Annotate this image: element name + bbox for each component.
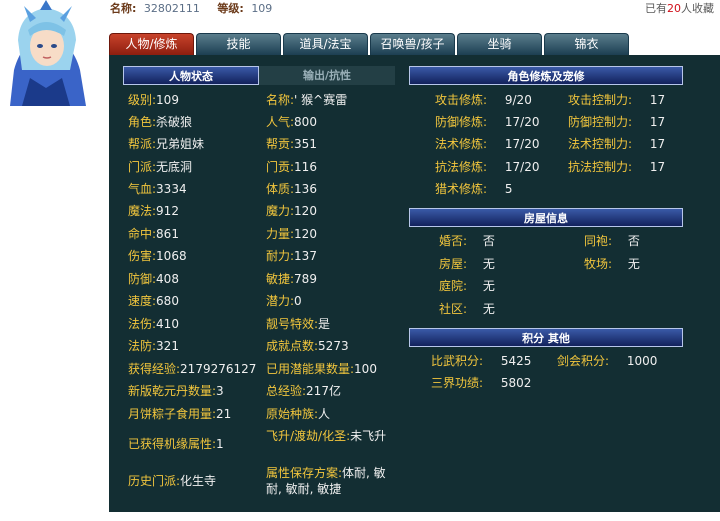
stat-row: 角色:杀破狼 — [128, 115, 193, 129]
stat-row: 抗法修炼: 17/20 — [435, 160, 540, 174]
tab-summons[interactable]: 召唤兽/孩子 — [370, 33, 455, 55]
stat-row: 魔法:912 — [128, 204, 179, 218]
stat-row: 婚否: 否 — [439, 234, 495, 248]
stat-row: 帮派:兄弟姐妹 — [128, 137, 205, 151]
stat-row: 属性保存方案:体耐, 敏耐, 敏耐, 敏捷 — [266, 466, 386, 496]
stat-row: 靓号特效:是 — [266, 317, 331, 331]
stat-row: 总经验:217亿 — [266, 384, 341, 398]
tab-mounts[interactable]: 坐骑 — [457, 33, 542, 55]
stat-row: 月饼粽子食用量:21 — [128, 407, 232, 421]
stat-row: 法防:321 — [128, 339, 179, 353]
stat-row: 潜力:0 — [266, 294, 302, 308]
stat-row: 成就点数:5273 — [266, 339, 349, 353]
stat-row: 房屋: 无 — [439, 257, 495, 271]
stat-row: 力量:120 — [266, 227, 317, 241]
stat-row: 猎术修炼: 5 — [435, 182, 513, 196]
tab-character[interactable]: 人物/修炼 — [109, 33, 194, 55]
stat-row: 气血:3334 — [128, 182, 187, 196]
stat-row: 法术控制力: 17 — [568, 137, 666, 151]
stat-row: 剑会积分: 1000 — [557, 354, 658, 368]
stat-row: 已获得机缘属性:1 — [128, 437, 224, 451]
stat-row: 防御控制力: 17 — [568, 115, 666, 129]
character-panel: 人物状态 输出/抗性 级别:109 角色:杀破狼 帮派:兄弟姐妹 门派:无底洞 … — [109, 55, 720, 512]
stat-row: 牧场: 无 — [584, 257, 640, 271]
favorite-number: 20 — [667, 2, 681, 15]
stat-row: 人气:800 — [266, 115, 317, 129]
tab-skills[interactable]: 技能 — [196, 33, 281, 55]
stat-row: 已用潜能果数量:100 — [266, 362, 377, 376]
stat-row: 法伤:410 — [128, 317, 179, 331]
stat-row: 历史门派:化生寺 — [128, 474, 217, 488]
stat-row: 同袍: 否 — [584, 234, 640, 248]
stat-row: 门派:无底洞 — [128, 160, 193, 174]
stat-row: 敏捷:789 — [266, 272, 317, 286]
stat-row: 获得经验:2179276127 — [128, 362, 257, 376]
section-header-cultivation: 角色修炼及宠修 — [409, 66, 683, 85]
stat-row: 门贡:116 — [266, 160, 317, 174]
stat-row: 耐力:137 — [266, 249, 317, 263]
stat-row: 伤害:1068 — [128, 249, 187, 263]
stat-row: 防御:408 — [128, 272, 179, 286]
character-avatar — [0, 0, 92, 106]
stat-row: 魔力:120 — [266, 204, 317, 218]
stat-row: 法术修炼: 17/20 — [435, 137, 540, 151]
stat-row: 社区: 无 — [439, 302, 495, 316]
stat-row: 攻击控制力: 17 — [568, 93, 666, 107]
stat-row: 飞升/渡劫/化圣:未飞升 — [266, 429, 387, 443]
stat-row: 三界功绩: 5802 — [431, 376, 532, 390]
stat-row: 速度:680 — [128, 294, 179, 308]
name-value: 32802111 — [143, 2, 200, 15]
stat-row: 帮贡:351 — [266, 137, 317, 151]
stat-row: 体质:136 — [266, 182, 317, 196]
favorite-count[interactable]: 已有20人收藏 — [645, 0, 714, 16]
stat-row: 庭院: 无 — [439, 279, 495, 293]
character-summary: 名称: 32802111 等级: 109 — [110, 0, 286, 16]
tab-output-resist[interactable]: 输出/抗性 — [259, 66, 395, 85]
stat-row: 新版乾元丹数量:3 — [128, 384, 224, 398]
stat-row: 攻击修炼: 9/20 — [435, 93, 532, 107]
tab-items[interactable]: 道具/法宝 — [283, 33, 368, 55]
stat-row: 比武积分: 5425 — [431, 354, 532, 368]
stat-row: 原始种族:人 — [266, 407, 331, 421]
level-value: 109 — [251, 2, 273, 15]
tab-status[interactable]: 人物状态 — [123, 66, 259, 85]
stat-row: 名称:' 猴^赛雷 — [266, 93, 348, 107]
level-label: 等级: — [217, 2, 244, 15]
stat-row: 防御修炼: 17/20 — [435, 115, 540, 129]
stat-row: 命中:861 — [128, 227, 179, 241]
tab-outfits[interactable]: 锦衣 — [544, 33, 629, 55]
section-header-points: 积分 其他 — [409, 328, 683, 347]
section-header-house: 房屋信息 — [409, 208, 683, 227]
name-label: 名称: — [110, 2, 137, 15]
stat-row: 级别:109 — [128, 93, 179, 107]
stat-row: 抗法控制力: 17 — [568, 160, 666, 174]
